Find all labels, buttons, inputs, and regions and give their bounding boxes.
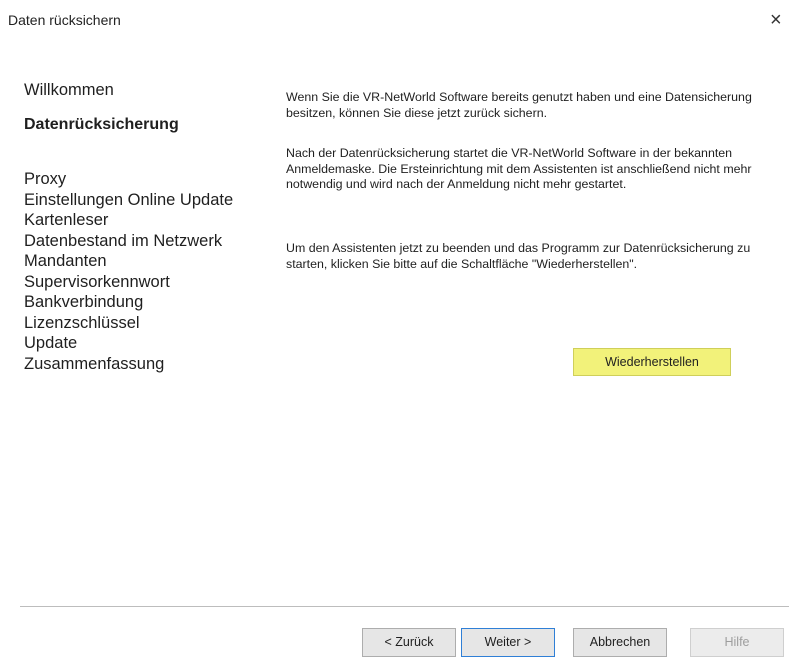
step-willkommen: Willkommen <box>24 81 114 99</box>
step-bankverbindung: Bankverbindung <box>24 293 144 311</box>
step-supervisorkennwort: Supervisorkennwort <box>24 272 170 291</box>
back-button[interactable]: < Zurück <box>362 628 456 657</box>
instruction-text: Um den Assistenten jetzt zu beenden und … <box>286 241 751 271</box>
cancel-button[interactable]: Abbrechen <box>573 628 667 657</box>
step-kartenleser: Kartenleser <box>24 211 109 229</box>
step-update: Update <box>24 334 78 352</box>
intro-text: Wenn Sie die VR-NetWorld Software bereit… <box>286 90 752 120</box>
step-proxy: Proxy <box>24 170 67 188</box>
close-icon[interactable]: × <box>770 8 789 32</box>
step-mandanten: Mandanten <box>24 252 107 270</box>
step-datenruecksicherung: Datenrücksicherung <box>24 115 179 133</box>
wizard-steps-nav: Willkommen Datenrücksicherung Proxy Eins… <box>24 80 264 374</box>
step-einstellungen-online-update: Einstellungen Online Update <box>24 190 234 209</box>
window-title: Daten rücksichern <box>8 12 121 28</box>
title-bar: Daten rücksichern × <box>0 0 789 40</box>
info-text: Nach der Datenrücksicherung startet die … <box>286 146 752 191</box>
next-button[interactable]: Weiter > <box>461 628 555 657</box>
step-zusammenfassung: Zusammenfassung <box>24 354 165 373</box>
footer-divider <box>20 606 789 607</box>
step-datenbestand-im-netzwerk: Datenbestand im Netzwerk <box>24 231 223 250</box>
step-lizenzschluessel: Lizenzschlüssel <box>24 313 140 332</box>
help-button: Hilfe <box>690 628 784 657</box>
restore-button[interactable]: Wiederherstellen <box>573 348 731 376</box>
